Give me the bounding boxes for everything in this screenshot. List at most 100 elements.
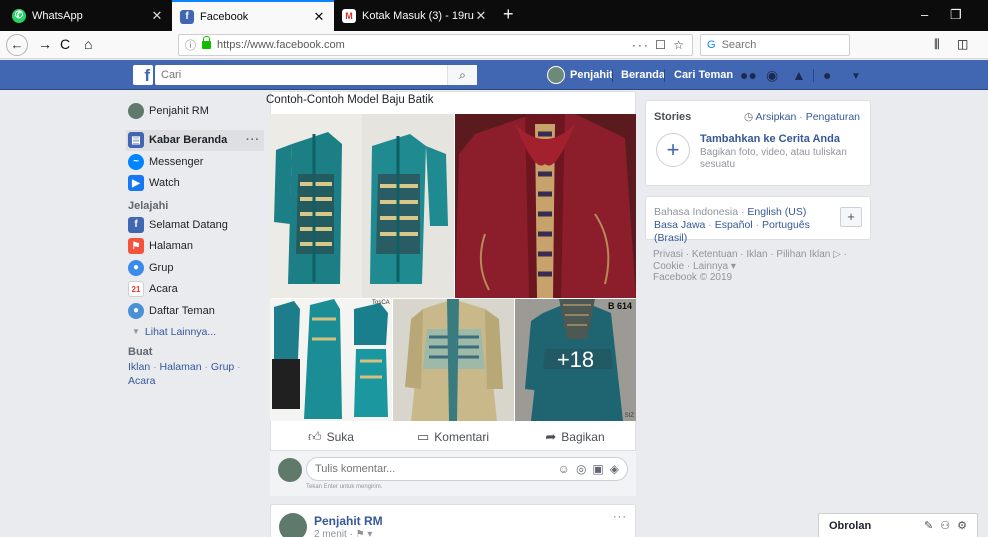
see-more-link[interactable]: ▼ Lihat Lainnya... xyxy=(128,322,264,342)
sidebar-item-pages[interactable]: ⚑ Halaman xyxy=(128,236,264,258)
post-options-icon[interactable]: ··· xyxy=(613,511,627,523)
footer-link[interactable]: Cookie xyxy=(653,261,684,272)
browser-search-input[interactable] xyxy=(721,39,832,51)
chat-bar[interactable]: Obrolan ✎ ⚇ ⚙ xyxy=(818,513,978,537)
footer-link[interactable]: Pilihan Iklan ▷ xyxy=(776,249,840,260)
footer-link[interactable]: Privasi xyxy=(653,249,683,260)
post-photo-maroon-batik-blouse[interactable] xyxy=(455,114,636,298)
language-link[interactable]: Basa Jawa xyxy=(654,219,705,231)
sticker-icon[interactable]: ◈ xyxy=(610,462,619,476)
create-link-ad[interactable]: Iklan xyxy=(128,361,150,373)
like-button[interactable]: 👍︎ Suka xyxy=(270,424,392,450)
facebook-logo[interactable]: f xyxy=(133,65,153,85)
photo-image xyxy=(393,299,514,421)
add-story-title[interactable]: Tambahkan ke Cerita Anda xyxy=(700,133,840,145)
photo-image xyxy=(270,114,454,298)
sidebar-item-news-feed[interactable]: ▤ Kabar Beranda ··· xyxy=(126,129,264,151)
post-author[interactable]: Penjahit RM xyxy=(314,514,383,528)
avatar xyxy=(279,513,307,537)
close-tab-icon[interactable]: ✕ xyxy=(474,8,488,24)
create-link-event[interactable]: Acara xyxy=(128,375,155,387)
tab-facebook[interactable]: f Facebook ✕ xyxy=(172,0,334,31)
settings-link[interactable]: Pengaturan xyxy=(806,111,860,123)
language-link[interactable]: Español xyxy=(715,219,753,231)
avatar xyxy=(128,102,144,119)
sidebar-item-events[interactable]: 21 Acara xyxy=(128,279,264,301)
forward-button[interactable]: → xyxy=(38,36,52,52)
create-heading: Buat xyxy=(128,345,153,358)
more-photos-overlay[interactable]: +18 xyxy=(515,299,636,421)
more-options-icon[interactable]: ··· xyxy=(246,134,264,146)
facebook-search[interactable]: ⌕ xyxy=(155,65,477,85)
sidebar-item-profile[interactable]: Penjahit RM xyxy=(128,100,264,122)
help-icon[interactable]: ● xyxy=(823,67,831,83)
separator: · xyxy=(684,260,694,272)
profile-link[interactable]: Penjahit xyxy=(547,60,613,90)
sidebar-item-friend-lists[interactable]: ● Daftar Teman xyxy=(128,300,264,322)
find-friends-link[interactable]: Cari Teman xyxy=(674,60,733,90)
create-link-group[interactable]: Grup xyxy=(211,361,234,373)
language-link[interactable]: English (US) xyxy=(747,206,806,218)
sidebar-item-groups[interactable]: ● Grup xyxy=(128,257,264,279)
whatsapp-icon: ✆ xyxy=(12,8,26,23)
comment-field[interactable]: ☺ ◎ ▣ ◈ xyxy=(306,457,628,481)
close-tab-icon[interactable]: ✕ xyxy=(150,8,164,24)
site-info-icon[interactable]: ⓘ xyxy=(185,37,196,53)
add-story-button[interactable]: + xyxy=(656,133,690,167)
language-list: Bahasa Indonesia · English (US) Basa Jaw… xyxy=(654,206,840,245)
account-menu-chevron-icon[interactable]: ▼ xyxy=(851,69,861,85)
messenger-icon[interactable]: ◉ xyxy=(766,67,778,83)
url-bar[interactable]: ⓘ https://www.facebook.com ··· ☐ ☆ xyxy=(178,34,693,56)
archive-link[interactable]: Arsipkan xyxy=(756,111,797,123)
home-button[interactable]: ⌂ xyxy=(84,36,92,52)
tab-gmail[interactable]: M Kotak Masuk (3) - 19rumahmo ✕ xyxy=(334,0,496,31)
sidebar-item-label: Grup xyxy=(149,261,174,274)
new-message-icon[interactable]: ✎ xyxy=(924,519,933,532)
gear-icon[interactable]: ⚙ xyxy=(957,519,967,532)
footer-link[interactable]: Ketentuan xyxy=(692,249,738,260)
notifications-bell-icon[interactable]: ▲ xyxy=(792,67,806,83)
create-link-page[interactable]: Halaman xyxy=(160,361,202,373)
reload-button[interactable]: C xyxy=(60,36,70,52)
tab-whatsapp[interactable]: ✆ WhatsApp ✕ xyxy=(4,0,172,31)
create-links: Iklan · Halaman · Grup · Acara xyxy=(128,360,264,388)
comment-input[interactable] xyxy=(315,463,552,475)
page-actions-icon[interactable]: ··· ☐ ☆ xyxy=(632,38,686,52)
search-icon[interactable]: ⌕ xyxy=(447,65,477,85)
url-text[interactable]: https://www.facebook.com xyxy=(217,39,632,51)
calendar-icon: 21 xyxy=(128,281,144,298)
footer-link[interactable]: Lainnya ▾ xyxy=(693,261,736,272)
separator: · xyxy=(683,249,692,260)
comment-bubble-icon: ▭ xyxy=(417,429,430,444)
gif-icon[interactable]: ▣ xyxy=(592,462,603,476)
friend-requests-icon[interactable]: ●● xyxy=(740,67,757,83)
new-tab-button[interactable]: + xyxy=(503,4,514,25)
camera-icon[interactable]: ◎ xyxy=(576,462,586,476)
post-photo-teal-blouse[interactable]: B 614 SIZ +18 xyxy=(515,299,636,421)
facebook-search-input[interactable] xyxy=(155,69,447,81)
comment-button[interactable]: ▭ Komentari xyxy=(392,424,514,450)
back-button[interactable]: ← xyxy=(6,34,28,56)
sidebar-toggle-icon[interactable]: ◫ xyxy=(957,36,968,52)
footer-link[interactable]: Iklan xyxy=(746,249,767,260)
post-photo-beige-batik-blouse[interactable] xyxy=(393,299,514,421)
sidebar-item-messenger[interactable]: ~ Messenger xyxy=(128,151,264,173)
emoji-icon[interactable]: ☺ xyxy=(558,462,570,476)
post-timestamp[interactable]: 2 menit · ⚑ ▾ xyxy=(314,529,372,537)
facebook-top-bar: f ⌕ Penjahit Beranda Cari Teman ●● ◉ ▲ ●… xyxy=(0,60,988,90)
sidebar-item-watch[interactable]: ▶ Watch xyxy=(128,173,264,195)
home-link[interactable]: Beranda xyxy=(621,60,665,90)
maximize-button[interactable]: ❐ xyxy=(950,7,962,23)
close-tab-icon[interactable]: ✕ xyxy=(312,9,326,25)
post-photo-teal-batik-shirts[interactable] xyxy=(270,114,454,298)
sidebar-item-welcome[interactable]: f Selamat Datang xyxy=(128,214,264,236)
add-language-button[interactable]: + xyxy=(840,207,862,227)
sidebar-item-label: Selamat Datang xyxy=(149,218,228,231)
library-icon[interactable]: ⫼ xyxy=(934,36,940,52)
new-group-icon[interactable]: ⚇ xyxy=(940,519,950,532)
post-photo-batik-collage[interactable]: TosCA xyxy=(270,299,392,421)
share-button[interactable]: ➦ Bagikan xyxy=(514,424,636,450)
minimize-button[interactable]: – xyxy=(921,7,928,22)
browser-search-bar[interactable]: G xyxy=(700,34,850,56)
